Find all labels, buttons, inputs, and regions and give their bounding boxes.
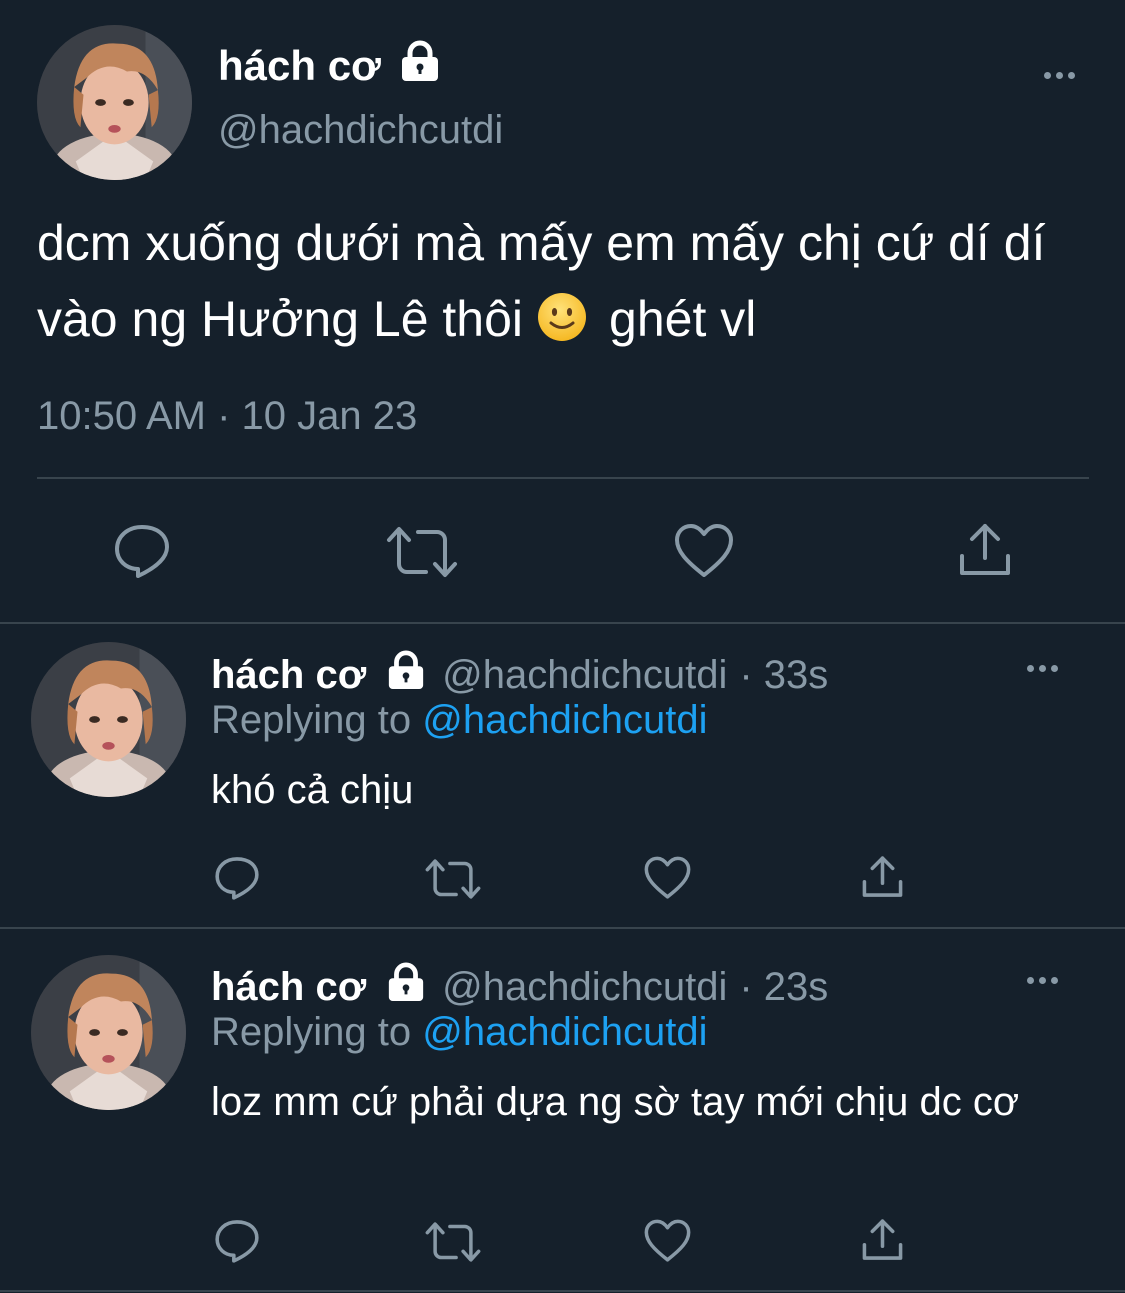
tweet-text-part: ghét vl — [609, 291, 757, 347]
reply-header: hách cơ @hachdichcutdi · 23s — [211, 962, 828, 1012]
reply-icon[interactable] — [214, 855, 260, 901]
reply-icon[interactable] — [113, 522, 171, 580]
mention-link[interactable]: @hachdichcutdi — [422, 698, 707, 742]
avatar[interactable] — [31, 642, 186, 797]
display-name[interactable]: hách cơ — [211, 965, 366, 1010]
tweet-text: dcm xuống dưới mà mấy em mấy chị cứ dí d… — [37, 205, 1097, 363]
more-icon[interactable] — [1027, 977, 1058, 984]
more-icon[interactable] — [1027, 665, 1058, 672]
slightly-smiling-face-icon — [537, 287, 587, 363]
divider — [0, 1290, 1125, 1292]
display-name-row: hách cơ — [218, 40, 441, 92]
divider — [0, 927, 1125, 929]
replying-label: Replying to — [211, 1010, 412, 1054]
timestamp[interactable]: 10:50 AM · 10 Jan 23 — [37, 394, 417, 439]
retweet-icon[interactable] — [386, 524, 458, 580]
avatar[interactable] — [31, 955, 186, 1110]
more-icon[interactable] — [1044, 72, 1075, 79]
avatar[interactable] — [37, 25, 192, 180]
heart-icon[interactable] — [644, 1219, 691, 1263]
handle[interactable]: @hachdichcutdi — [218, 108, 503, 153]
share-icon[interactable] — [861, 855, 904, 899]
retweet-icon[interactable] — [425, 857, 481, 901]
replying-to: Replying to @hachdichcutdi — [211, 698, 707, 743]
divider — [37, 477, 1089, 479]
tweet-text: loz mm cứ phải dựa ng sờ tay mới chịu dc… — [211, 1080, 1020, 1124]
retweet-icon[interactable] — [425, 1220, 481, 1264]
timestamp[interactable]: · 33s — [739, 653, 828, 698]
mention-link[interactable]: @hachdichcutdi — [422, 1010, 707, 1054]
display-name[interactable]: hách cơ — [218, 42, 381, 90]
reply-icon[interactable] — [214, 1218, 260, 1264]
tweet-text: khó cả chịu — [211, 768, 414, 812]
heart-icon[interactable] — [674, 523, 734, 579]
replying-label: Replying to — [211, 698, 412, 742]
lock-icon — [399, 40, 441, 92]
reply-header: hách cơ @hachdichcutdi · 33s — [211, 650, 828, 700]
share-icon[interactable] — [958, 522, 1012, 578]
divider — [0, 622, 1125, 624]
timestamp[interactable]: · 23s — [739, 965, 828, 1010]
lock-icon — [386, 962, 426, 1012]
share-icon[interactable] — [861, 1218, 904, 1262]
handle[interactable]: @hachdichcutdi — [442, 965, 727, 1010]
lock-icon — [386, 650, 426, 700]
display-name[interactable]: hách cơ — [211, 653, 366, 698]
handle[interactable]: @hachdichcutdi — [442, 653, 727, 698]
heart-icon[interactable] — [644, 856, 691, 900]
replying-to: Replying to @hachdichcutdi — [211, 1010, 707, 1055]
